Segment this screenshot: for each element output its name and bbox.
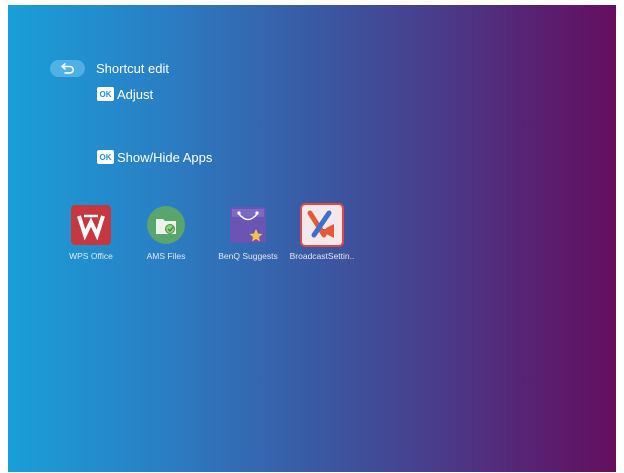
wps-office-icon [71, 205, 111, 245]
app-label: BroadcastSettin.. [289, 251, 355, 261]
broadcast-settings-icon [302, 205, 342, 245]
app-shortcut-wps-office[interactable]: WPS Office [52, 205, 130, 261]
undo-arrow-icon [60, 63, 74, 74]
adjust-label: Adjust [117, 86, 154, 102]
launcher-screen: Shortcut edit OK Adjust OK Show/Hide App… [8, 5, 616, 472]
back-button[interactable] [50, 60, 85, 77]
app-label: WPS Office [69, 251, 113, 261]
show-hide-apps-label: Show/Hide Apps [117, 149, 213, 165]
ams-files-icon [147, 206, 185, 244]
adjust-hint: OK Adjust [97, 86, 153, 102]
show-hide-apps-hint: OK Show/Hide Apps [97, 149, 212, 165]
benq-suggests-icon [230, 207, 266, 243]
page-title: Shortcut edit [96, 61, 169, 76]
app-label: AMS Files [146, 251, 186, 261]
ok-key-icon: OK [97, 150, 114, 164]
ok-key-icon: OK [97, 87, 114, 101]
app-shortcut-broadcast-settings[interactable]: BroadcastSettin.. [283, 203, 361, 261]
app-label: BenQ Suggests [218, 251, 278, 261]
app-shortcut-benq-suggests[interactable]: BenQ Suggests [209, 205, 287, 261]
app-shortcut-ams-files[interactable]: AMS Files [127, 205, 205, 261]
